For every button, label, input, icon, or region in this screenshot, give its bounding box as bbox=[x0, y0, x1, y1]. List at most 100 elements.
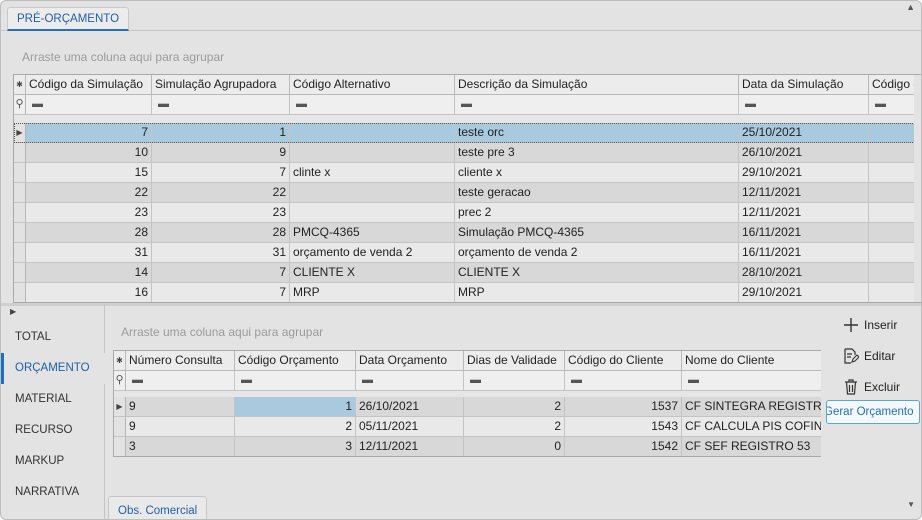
inserir-button[interactable]: Inserir bbox=[843, 314, 897, 336]
filter-codigo-cliente[interactable]: ▬ bbox=[565, 371, 682, 391]
row-indicator[interactable] bbox=[14, 243, 26, 263]
nav-item-narrativa[interactable]: NARRATIVA bbox=[1, 477, 105, 508]
table-cell[interactable]: CF SEF REGISTRO 53 bbox=[682, 437, 821, 456]
table-row[interactable]: 14 7 CLIENTE X CLIENTE X 28/10/2021 bbox=[14, 263, 921, 283]
table-cell[interactable]: 28 bbox=[152, 223, 290, 243]
nav-item-recurso[interactable]: RECURSO bbox=[1, 415, 105, 446]
gerar-orcamento-button[interactable]: Gerar Orçamento bbox=[826, 400, 920, 424]
table-cell[interactable]: 23 bbox=[26, 203, 152, 223]
filter-codigo-simulacao[interactable]: ▬ bbox=[26, 95, 152, 115]
table-cell[interactable]: 23 bbox=[152, 203, 290, 223]
table-cell[interactable]: 7 bbox=[152, 263, 290, 283]
table-cell[interactable] bbox=[290, 203, 455, 223]
excluir-button[interactable]: Excluir bbox=[843, 376, 900, 398]
table-cell[interactable]: 31 bbox=[26, 243, 152, 263]
table-cell[interactable]: 16/11/2021 bbox=[739, 223, 869, 243]
filter-dias-validade[interactable]: ▬ bbox=[464, 371, 565, 391]
table-cell[interactable]: MRP bbox=[455, 283, 739, 302]
table-cell[interactable]: 0 bbox=[464, 437, 565, 456]
table-cell[interactable]: 29/10/2021 bbox=[739, 283, 869, 302]
filter-codigo-orcamento[interactable]: ▬ bbox=[235, 371, 356, 391]
col-descricao-simulacao[interactable]: Descrição da Simulação bbox=[455, 75, 739, 95]
col-codigo-alternativo[interactable]: Código Alternativo bbox=[290, 75, 455, 95]
table-cell[interactable]: Simulação PMCQ-4365 bbox=[455, 223, 739, 243]
nav-item-total[interactable]: TOTAL bbox=[1, 322, 105, 353]
table-row[interactable]: ▶ 7 1 teste orc 25/10/2021 bbox=[14, 123, 921, 143]
col-codigo-simulacao[interactable]: Código da Simulação bbox=[26, 75, 152, 95]
table-cell[interactable]: 16/11/2021 bbox=[739, 243, 869, 263]
tab-obs-comercial[interactable]: Obs. Comercial bbox=[108, 496, 208, 519]
table-cell[interactable]: 29/10/2021 bbox=[739, 163, 869, 183]
table-cell[interactable]: PMCQ-4365 bbox=[290, 223, 455, 243]
filter-simulacao-agrupadora[interactable]: ▬ bbox=[152, 95, 290, 115]
table-row[interactable]: 15 7 clinte x cliente x 29/10/2021 bbox=[14, 163, 921, 183]
table-cell[interactable]: 22 bbox=[26, 183, 152, 203]
table-row[interactable]: 31 31 orçamento de venda 2 orçamento de ven… bbox=[14, 243, 921, 263]
table-cell[interactable]: 2 bbox=[464, 417, 565, 437]
table-cell[interactable]: 16 bbox=[26, 283, 152, 302]
table-cell[interactable]: 2 bbox=[235, 417, 356, 437]
table-cell[interactable]: MRP bbox=[290, 283, 455, 302]
table-cell[interactable]: CF CALCULA PIS COFINS CO bbox=[682, 417, 821, 437]
table-cell[interactable]: 7 bbox=[152, 163, 290, 183]
table-row[interactable]: 23 23 prec 2 12/11/2021 bbox=[14, 203, 921, 223]
table-cell[interactable]: 28/10/2021 bbox=[739, 263, 869, 283]
row-indicator[interactable] bbox=[14, 143, 26, 163]
table-cell[interactable]: 3 bbox=[126, 437, 235, 456]
table-cell[interactable]: teste pre 3 bbox=[455, 143, 739, 163]
row-indicator[interactable] bbox=[14, 223, 26, 243]
table-cell[interactable]: 28 bbox=[26, 223, 152, 243]
filter-numero-consulta[interactable]: ▬ bbox=[126, 371, 235, 391]
table-cell[interactable]: 1537 bbox=[565, 397, 682, 417]
table-row[interactable]: 3 3 12/11/2021 0 1542 CF SEF REGISTRO 53 bbox=[114, 437, 821, 456]
table-cell[interactable]: 14 bbox=[26, 263, 152, 283]
table-cell[interactable]: 1543 bbox=[565, 417, 682, 437]
table-cell[interactable]: 15 bbox=[26, 163, 152, 183]
col-numero-consulta[interactable]: Número Consulta bbox=[126, 351, 235, 371]
nav-item-markup[interactable]: MARKUP bbox=[1, 446, 105, 477]
table-cell[interactable] bbox=[290, 183, 455, 203]
row-indicator[interactable] bbox=[114, 417, 126, 437]
editar-button[interactable]: Editar bbox=[843, 345, 895, 367]
table-cell[interactable] bbox=[290, 143, 455, 163]
scroll-down-icon[interactable]: ▼ bbox=[907, 500, 915, 509]
collapse-up-icon[interactable]: ▲ bbox=[906, 2, 915, 12]
table-cell[interactable]: 12/11/2021 bbox=[739, 183, 869, 203]
table-cell[interactable]: orçamento de venda 2 bbox=[290, 243, 455, 263]
table-row[interactable]: 22 22 teste geracao 12/11/2021 bbox=[14, 183, 921, 203]
col-simulacao-agrupadora[interactable]: Simulação Agrupadora bbox=[152, 75, 290, 95]
table-cell[interactable]: 12/11/2021 bbox=[356, 437, 464, 456]
table-cell[interactable]: 12/11/2021 bbox=[739, 203, 869, 223]
table-row[interactable]: 9205/11/202121543CF CALCULA PIS COFINS C… bbox=[114, 417, 821, 437]
nav-item-orcamento[interactable]: ORÇAMENTO bbox=[1, 353, 105, 384]
col-codigo-orcamento[interactable]: Código Orçamento bbox=[235, 351, 356, 371]
table-row[interactable]: 16 7 MRP MRP 29/10/2021 bbox=[14, 283, 921, 302]
row-indicator[interactable] bbox=[14, 203, 26, 223]
table-cell[interactable]: 1 bbox=[152, 123, 290, 143]
table-cell[interactable]: CF SINTEGRA REGISTRO 53 bbox=[682, 397, 821, 417]
filter-data-orcamento[interactable]: ▬ bbox=[356, 371, 464, 391]
table-cell[interactable]: 9 bbox=[126, 397, 235, 417]
table-row[interactable]: ▶9126/10/202121537CF SINTEGRA REGISTRO 5… bbox=[114, 397, 821, 417]
row-indicator[interactable] bbox=[14, 263, 26, 283]
simulacao-grid[interactable]: ✱ Código da Simulação Simulação Agrupado… bbox=[13, 74, 921, 303]
table-cell[interactable]: clinte x bbox=[290, 163, 455, 183]
col-data-simulacao[interactable]: Data da Simulação bbox=[739, 75, 869, 95]
table-cell[interactable]: CLIENTE X bbox=[290, 263, 455, 283]
filter-codigo-alternativo[interactable]: ▬ bbox=[290, 95, 455, 115]
table-cell[interactable]: 9 bbox=[152, 143, 290, 163]
filter-descricao-simulacao[interactable]: ▬ bbox=[455, 95, 739, 115]
orcamento-grid[interactable]: ✱ Número Consulta Código Orçamento Data … bbox=[113, 350, 821, 457]
col-data-orcamento[interactable]: Data Orçamento bbox=[356, 351, 464, 371]
table-cell[interactable]: 1 bbox=[235, 397, 356, 417]
filter-data-simulacao[interactable]: ▬ bbox=[739, 95, 869, 115]
table-cell[interactable]: 26/10/2021 bbox=[739, 143, 869, 163]
table-cell[interactable]: 10 bbox=[26, 143, 152, 163]
table-cell[interactable]: cliente x bbox=[455, 163, 739, 183]
table-cell[interactable]: orçamento de venda 2 bbox=[455, 243, 739, 263]
filter-nome-cliente[interactable]: ▬ bbox=[682, 371, 821, 391]
table-cell[interactable]: CLIENTE X bbox=[455, 263, 739, 283]
nav-item-material[interactable]: MATERIAL bbox=[1, 384, 105, 415]
row-indicator[interactable] bbox=[14, 183, 26, 203]
table-cell[interactable]: 2 bbox=[464, 397, 565, 417]
